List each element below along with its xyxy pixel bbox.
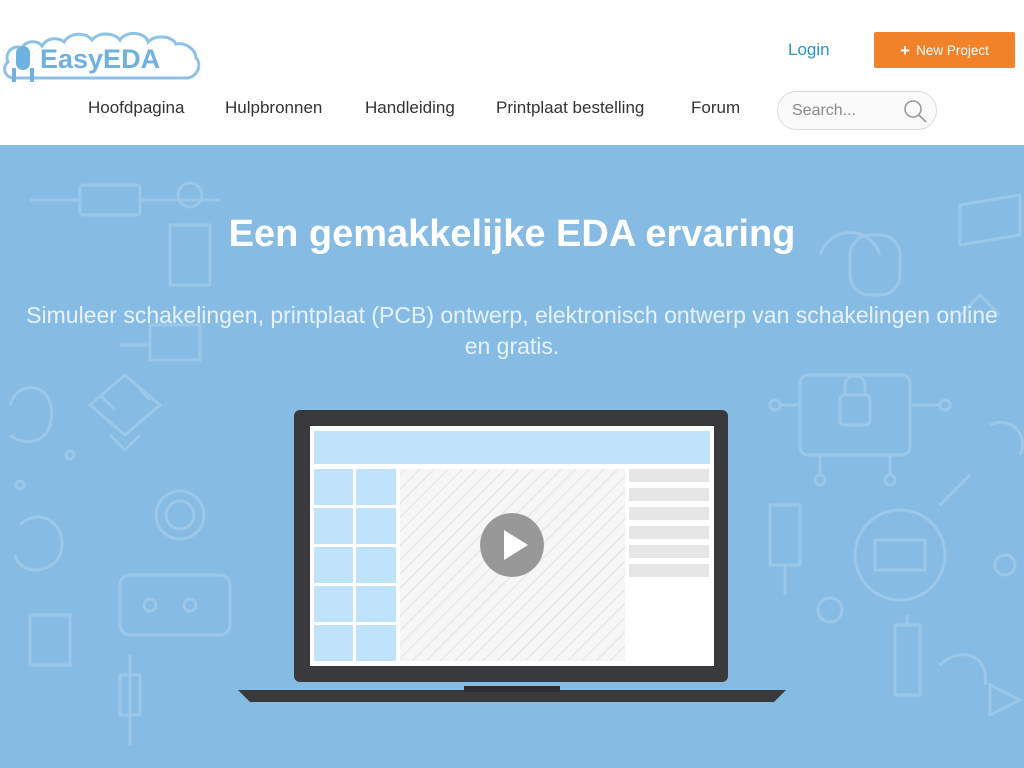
nav-item-forum[interactable]: Forum xyxy=(691,98,740,118)
login-link[interactable]: Login xyxy=(788,40,830,60)
search-input[interactable] xyxy=(792,100,902,122)
site-header: EasyEDA Login + New Project Hoofdpagina … xyxy=(0,0,1024,145)
new-project-button[interactable]: + New Project xyxy=(874,32,1015,68)
nav-item-handleiding[interactable]: Handleiding xyxy=(365,98,455,118)
hero-section: Een gemakkelijke EDA ervaring Simuleer s… xyxy=(0,145,1024,768)
nav-item-hulpbronnen[interactable]: Hulpbronnen xyxy=(225,98,322,118)
search-box xyxy=(777,91,937,130)
plus-icon: + xyxy=(900,40,911,60)
new-project-label: New Project xyxy=(916,42,989,58)
hero-title: Een gemakkelijke EDA ervaring xyxy=(228,213,796,255)
play-icon[interactable] xyxy=(480,513,544,577)
search-icon[interactable] xyxy=(902,98,928,124)
easyeda-logo[interactable]: EasyEDA xyxy=(0,26,202,88)
nav-item-hoofdpagina[interactable]: Hoofdpagina xyxy=(88,98,184,118)
nav-item-printplaat-bestelling[interactable]: Printplaat bestelling xyxy=(496,98,644,118)
hero-subtitle: Simuleer schakelingen, printplaat (PCB) … xyxy=(26,302,998,359)
logo-text: EasyEDA xyxy=(40,44,160,74)
